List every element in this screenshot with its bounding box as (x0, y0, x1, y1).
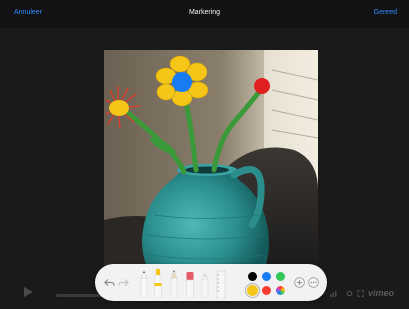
navigation-bar: Annuleer Markering Gereed (0, 0, 409, 28)
more-icon[interactable] (308, 277, 319, 288)
add-icon[interactable] (294, 277, 305, 288)
page-title: Markering (188, 9, 221, 16)
undo-icon[interactable] (104, 277, 115, 288)
done-button[interactable]: Gereed (374, 9, 397, 16)
color-yellow-swatch[interactable] (247, 285, 258, 296)
markup-screen: Annuleer Markering Gereed vimeo (0, 0, 409, 309)
redo-icon[interactable] (118, 277, 129, 288)
markup-toolbar (95, 264, 327, 301)
markup-canvas-area: vimeo (0, 28, 409, 309)
marker-tool-icon[interactable] (153, 267, 163, 298)
color-picker-icon[interactable] (276, 286, 285, 295)
pen-tool-icon[interactable] (139, 268, 149, 298)
eraser-tool-icon[interactable] (185, 270, 195, 298)
vimeo-logo: vimeo (368, 288, 395, 298)
play-icon (24, 287, 33, 297)
fullscreen-icon (357, 290, 364, 297)
pencil-tool-icon[interactable] (169, 268, 179, 298)
volume-icon (330, 291, 337, 297)
lasso-tool-icon[interactable] (200, 269, 210, 298)
color-black-swatch[interactable] (248, 272, 257, 281)
color-blue-swatch[interactable] (262, 272, 271, 281)
settings-gear-icon (346, 290, 353, 297)
color-green-swatch[interactable] (276, 272, 285, 281)
color-red-swatch[interactable] (262, 286, 271, 295)
ruler-tool-icon[interactable] (215, 269, 227, 298)
